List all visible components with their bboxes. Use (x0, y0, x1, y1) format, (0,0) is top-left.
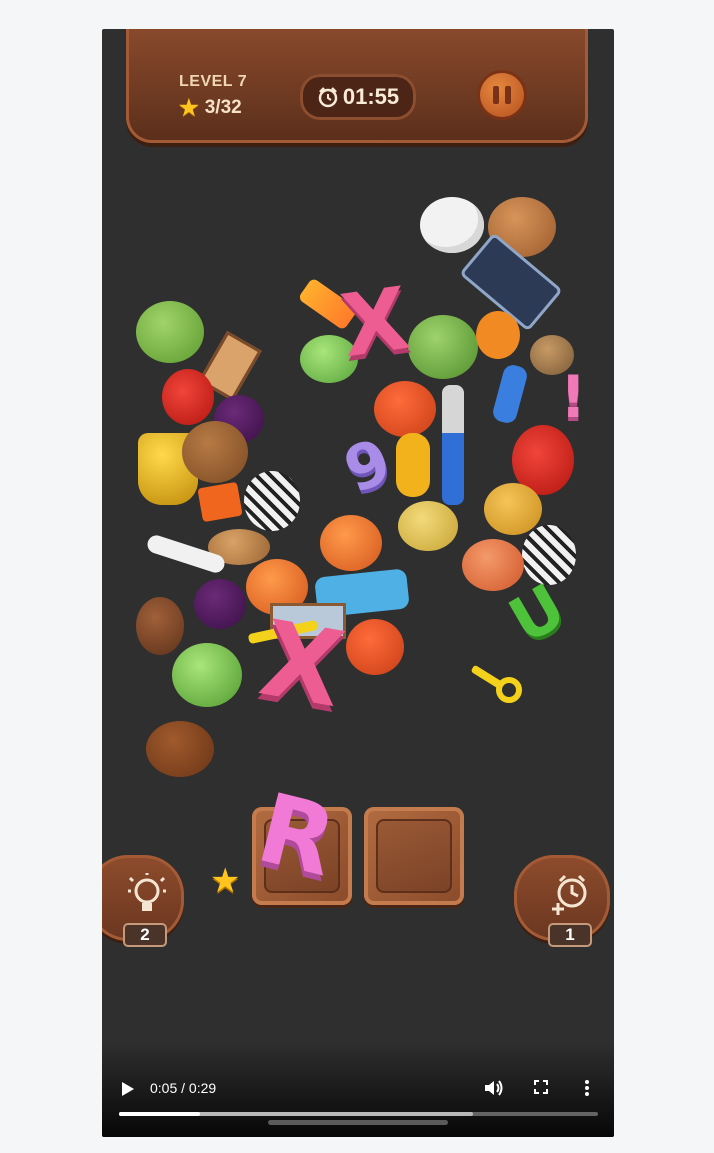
star-count: 3/32 (204, 97, 242, 118)
volume-icon (485, 1080, 503, 1096)
orange-half-item[interactable] (476, 311, 520, 359)
tomato-item[interactable] (374, 381, 436, 437)
carrot-block-item[interactable] (197, 481, 243, 523)
video-progress-bar (119, 1112, 201, 1116)
tomato-item-2[interactable] (346, 619, 404, 675)
lightbulb-icon (128, 873, 166, 911)
cheese-wheel-item[interactable] (396, 433, 430, 497)
volume-button[interactable] (484, 1079, 506, 1099)
screwdriver-item[interactable] (442, 385, 464, 505)
tray-slot-2 (364, 807, 464, 905)
game-viewport: LEVEL 7 ★ 3/32 01:55 X 9 U ! X R ★ 2 1 0… (102, 29, 614, 1137)
play-icon (122, 1082, 134, 1096)
pause-icon (493, 86, 499, 104)
alarm-add-icon (552, 874, 587, 915)
tree-item[interactable] (136, 301, 204, 363)
more-options-button[interactable] (584, 1079, 596, 1099)
pepper-item[interactable] (172, 643, 242, 707)
acorn-item[interactable] (136, 597, 184, 655)
video-seek-bar[interactable] (119, 1112, 598, 1116)
star-progress: ★ 3/32 (179, 95, 242, 121)
blue-toy-item[interactable] (490, 362, 530, 426)
collected-star-icon: ★ (210, 862, 241, 900)
zebra-item[interactable] (244, 471, 300, 531)
number-9-item[interactable]: 9 (335, 424, 401, 507)
fullscreen-button[interactable] (534, 1080, 552, 1098)
star-icon: ★ (179, 95, 199, 120)
alarm-clock-icon (318, 87, 338, 108)
letter-x-item[interactable]: X (335, 269, 415, 377)
cabbage-item[interactable] (408, 315, 478, 379)
plum-item-2[interactable] (194, 579, 246, 629)
horse-head-item[interactable] (146, 721, 214, 777)
level-timer: 01:55 (300, 74, 416, 120)
sheep-item[interactable] (420, 197, 484, 253)
video-time: 0:05 / 0:29 (150, 1080, 217, 1096)
key-item[interactable] (470, 664, 530, 709)
fullscreen-icon (534, 1080, 548, 1094)
strawberry-item[interactable] (162, 369, 214, 425)
tray-slot-2-inner (376, 819, 452, 893)
more-vertical-icon (585, 1080, 589, 1096)
cookie-item[interactable] (182, 421, 248, 483)
play-button[interactable] (118, 1079, 138, 1099)
hint-count-badge: 2 (123, 923, 167, 947)
pear-item[interactable] (398, 501, 458, 551)
exclamation-item[interactable]: ! (560, 363, 586, 431)
chick-item[interactable] (484, 483, 542, 535)
pause-button[interactable] (480, 73, 524, 117)
add-time-count-badge: 1 (548, 923, 592, 947)
timer-value: 01:55 (342, 84, 400, 109)
level-label: LEVEL 7 (179, 73, 248, 90)
pause-icon-bar (505, 86, 511, 104)
gesture-handle (268, 1120, 448, 1125)
letter-x-item-2[interactable]: X (252, 597, 352, 731)
peach-item[interactable] (320, 515, 382, 571)
